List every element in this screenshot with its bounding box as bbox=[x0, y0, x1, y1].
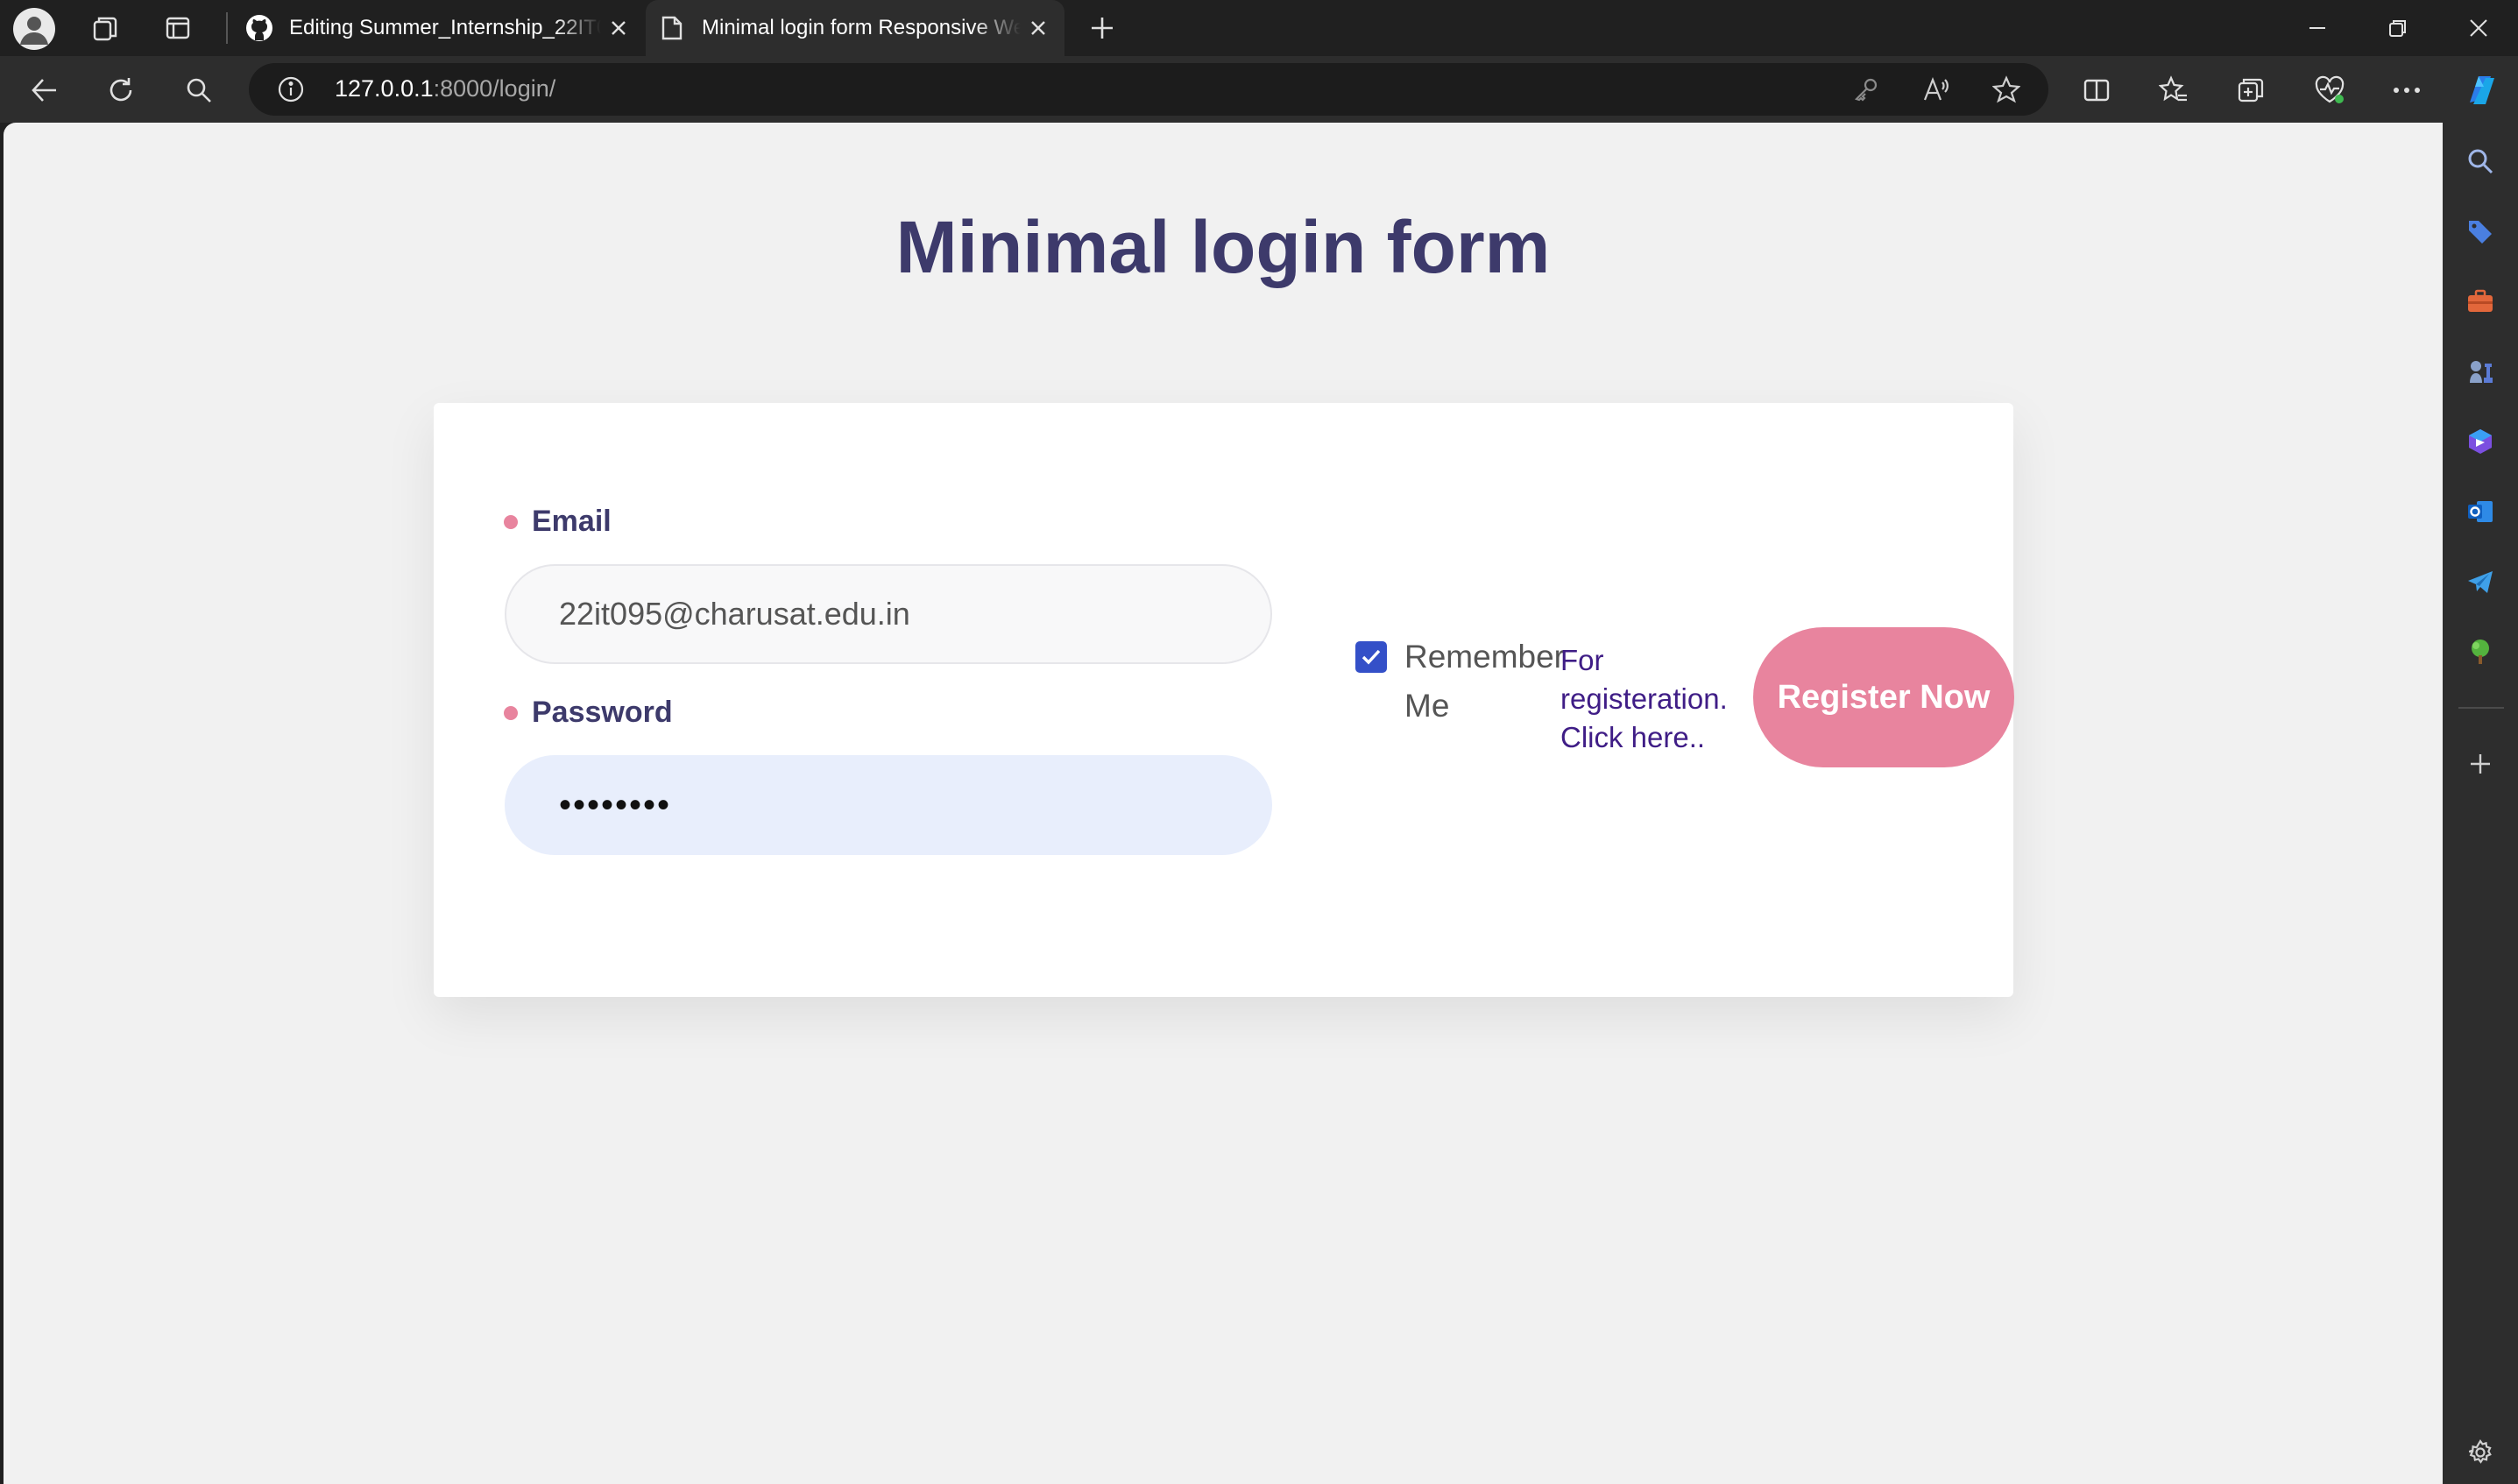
remember-me-checkbox[interactable] bbox=[1355, 641, 1387, 673]
required-dot bbox=[504, 705, 518, 720]
register-link[interactable]: For registeration. Click here.. bbox=[1560, 641, 1744, 757]
tree-icon[interactable] bbox=[2461, 632, 2500, 671]
sidebar-settings-gear-icon[interactable] bbox=[2461, 1433, 2500, 1472]
password-field[interactable]: •••••••• bbox=[505, 755, 1272, 855]
page-viewport: Minimal login form Email 22it095@charusa… bbox=[4, 123, 2443, 1484]
edge-sidebar bbox=[2443, 123, 2518, 1484]
remember-me-label[interactable]: Remember Me bbox=[1404, 632, 1565, 731]
tools-briefcase-icon[interactable] bbox=[2461, 282, 2500, 321]
close-tab-icon[interactable] bbox=[1021, 11, 1056, 46]
profile-avatar-icon[interactable] bbox=[13, 8, 55, 50]
tab-title: Minimal login form Responsive Web Design bbox=[702, 16, 1021, 39]
more-options-icon[interactable] bbox=[2387, 70, 2427, 110]
microsoft-365-icon[interactable] bbox=[2461, 422, 2500, 461]
tab-separator bbox=[226, 12, 228, 44]
favorites-icon[interactable] bbox=[2154, 70, 2194, 110]
page-title: Minimal login form bbox=[895, 206, 1551, 288]
page-icon bbox=[656, 12, 688, 44]
sidebar-divider bbox=[2458, 707, 2504, 709]
password-value: •••••••• bbox=[559, 786, 672, 824]
email-label: Email bbox=[504, 505, 612, 539]
search-icon[interactable] bbox=[179, 70, 219, 110]
games-chess-icon[interactable] bbox=[2461, 352, 2500, 391]
password-label: Password bbox=[504, 696, 673, 730]
split-screen-icon[interactable] bbox=[2076, 70, 2117, 110]
add-sidebar-app-plus-icon[interactable] bbox=[2461, 745, 2500, 783]
tab-minimal-login[interactable]: Minimal login form Responsive Web Design bbox=[646, 0, 1064, 56]
refresh-icon[interactable] bbox=[101, 70, 141, 110]
favorite-star-icon[interactable] bbox=[1989, 72, 2024, 107]
sidebar-search-icon[interactable] bbox=[2461, 142, 2500, 180]
tab-github-editing[interactable]: Editing Summer_Internship_22IT095/README… bbox=[233, 0, 645, 56]
collections-icon[interactable] bbox=[2231, 70, 2271, 110]
email-label-text: Email bbox=[532, 505, 612, 538]
site-info-icon[interactable] bbox=[273, 72, 308, 107]
github-icon bbox=[244, 12, 275, 44]
address-bar[interactable]: 127.0.0.1:8000/login/ bbox=[249, 63, 2048, 116]
shopping-tag-icon[interactable] bbox=[2461, 212, 2500, 251]
password-key-icon[interactable] bbox=[1849, 72, 1884, 107]
tab-actions-icon[interactable] bbox=[159, 9, 197, 47]
tab-title: Editing Summer_Internship_22IT095/README… bbox=[289, 16, 601, 39]
close-tab-icon[interactable] bbox=[601, 11, 636, 46]
copilot-icon[interactable] bbox=[2460, 68, 2504, 112]
minimize-icon[interactable] bbox=[2278, 0, 2357, 56]
read-aloud-icon[interactable] bbox=[1919, 72, 1954, 107]
login-card: Email 22it095@charusat.edu.in Password •… bbox=[434, 403, 2014, 997]
back-arrow-icon[interactable] bbox=[25, 70, 65, 110]
url-text[interactable]: 127.0.0.1:8000/login/ bbox=[335, 75, 555, 102]
telegram-send-icon[interactable] bbox=[2461, 562, 2500, 601]
browser-essentials-icon[interactable] bbox=[2309, 70, 2350, 110]
required-dot bbox=[504, 514, 518, 529]
register-now-button[interactable]: Register Now bbox=[1753, 627, 2014, 767]
workspaces-icon[interactable] bbox=[86, 9, 124, 47]
browser-toolbar: 127.0.0.1:8000/login/ bbox=[0, 56, 2518, 123]
email-field[interactable]: 22it095@charusat.edu.in bbox=[505, 564, 1272, 664]
password-label-text: Password bbox=[532, 696, 673, 729]
title-bar: Editing Summer_Internship_22IT095/README… bbox=[0, 0, 2518, 56]
restore-icon[interactable] bbox=[2359, 0, 2437, 56]
email-value: 22it095@charusat.edu.in bbox=[559, 596, 910, 632]
close-window-icon[interactable] bbox=[2439, 0, 2518, 56]
outlook-icon[interactable] bbox=[2461, 492, 2500, 531]
new-tab-plus-icon[interactable] bbox=[1083, 9, 1121, 47]
